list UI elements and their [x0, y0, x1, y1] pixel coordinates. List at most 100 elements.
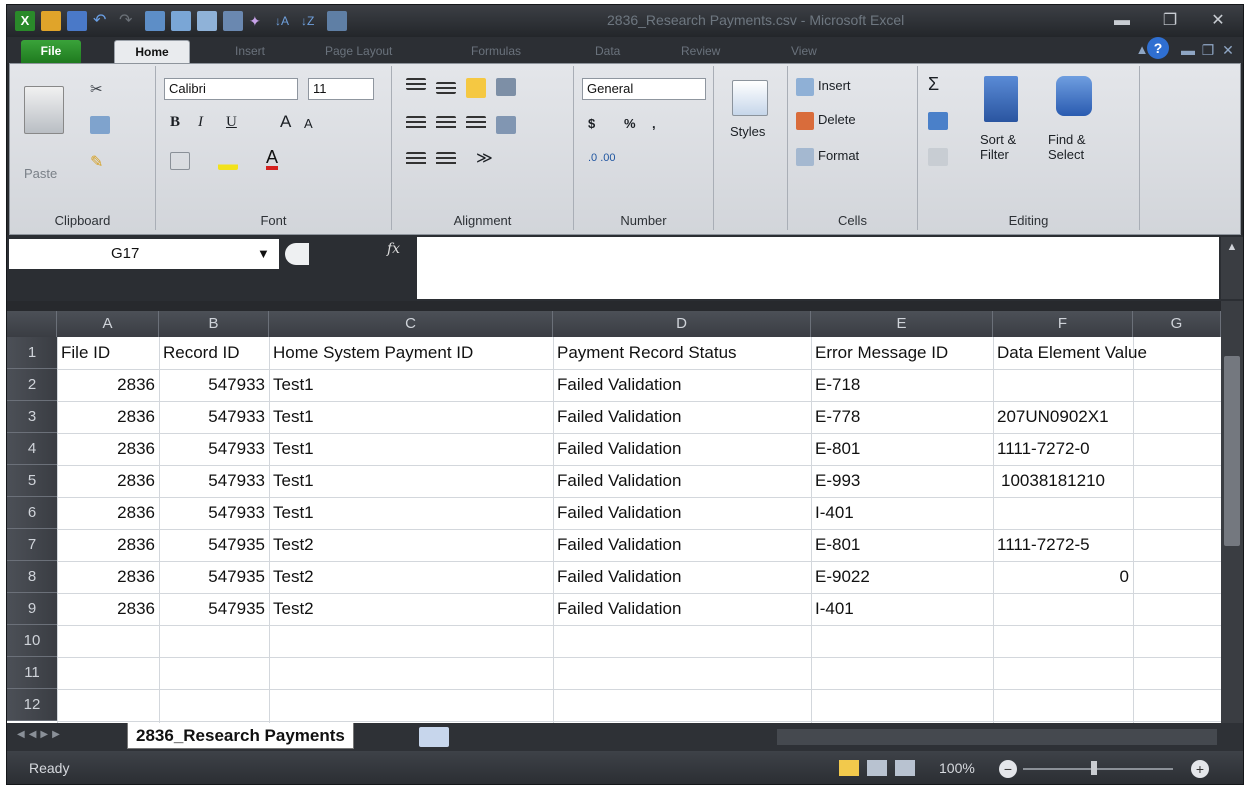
underline-icon[interactable]: U [226, 114, 237, 131]
table-cell[interactable]: E-801 [815, 529, 989, 561]
toolbar-icon-1[interactable] [145, 11, 165, 31]
row-header[interactable]: 2 [7, 369, 57, 401]
table-cell[interactable]: 547933 [163, 401, 265, 433]
table-cell[interactable]: Failed Validation [557, 433, 807, 465]
table-cell[interactable] [1137, 689, 1217, 721]
borders-icon[interactable] [170, 152, 190, 170]
table-cell[interactable]: Test1 [273, 433, 549, 465]
table-cell[interactable] [997, 689, 1129, 721]
format-button[interactable]: Format [818, 148, 859, 163]
table-cell[interactable] [997, 625, 1129, 657]
table-cell[interactable]: Failed Validation [557, 529, 807, 561]
sheet-nav-icon[interactable]: ◀◀▶▶ [17, 729, 64, 740]
table-cell[interactable] [557, 625, 807, 657]
table-cell[interactable] [1137, 561, 1217, 593]
header-cell[interactable]: Record ID [163, 337, 265, 369]
column-header-g[interactable]: G [1133, 311, 1221, 337]
tab-review[interactable]: Review [675, 40, 726, 63]
table-cell[interactable] [1137, 465, 1217, 497]
table-cell[interactable]: Test1 [273, 401, 549, 433]
paste-button[interactable]: Paste [24, 166, 57, 181]
align-top-icon[interactable] [406, 78, 426, 90]
table-cell[interactable] [997, 593, 1129, 625]
align-middle-icon[interactable] [436, 82, 456, 94]
header-cell[interactable]: Payment Record Status [557, 337, 807, 369]
row-header[interactable]: 7 [7, 529, 57, 561]
table-cell[interactable]: Failed Validation [557, 593, 807, 625]
tab-insert[interactable]: Insert [229, 40, 271, 63]
zoom-in-icon[interactable]: + [1191, 760, 1209, 778]
table-cell[interactable]: Failed Validation [557, 401, 807, 433]
restore-button[interactable]: ❐ [1155, 10, 1185, 32]
table-cell[interactable]: 2836 [61, 433, 155, 465]
table-cell[interactable] [815, 657, 989, 689]
table-cell[interactable] [273, 657, 549, 689]
header-cell[interactable]: Error Message ID [815, 337, 989, 369]
page-layout-view-icon[interactable] [867, 760, 887, 776]
table-cell[interactable] [1137, 529, 1217, 561]
row-header[interactable]: 8 [7, 561, 57, 593]
table-cell[interactable] [557, 657, 807, 689]
table-cell[interactable] [1137, 625, 1217, 657]
row-header[interactable]: 11 [7, 657, 57, 689]
save-icon[interactable] [67, 11, 87, 31]
column-header-d[interactable]: D [553, 311, 811, 337]
table-cell[interactable]: 547933 [163, 369, 265, 401]
row-header[interactable]: 9 [7, 593, 57, 625]
header-cell[interactable]: Home System Payment ID [273, 337, 549, 369]
minimize-button[interactable]: ▬ [1107, 10, 1137, 32]
cut-icon[interactable]: ✂ [90, 80, 110, 98]
column-header-b[interactable]: B [159, 311, 269, 337]
table-cell[interactable]: Failed Validation [557, 465, 807, 497]
table-cell[interactable] [1137, 369, 1217, 401]
decrease-indent-icon[interactable] [406, 152, 426, 166]
table-cell[interactable]: Test2 [273, 561, 549, 593]
sort-filter-button[interactable]: Sort & Filter [980, 132, 1040, 162]
column-header-e[interactable]: E [811, 311, 993, 337]
sheet-tab[interactable]: 2836_Research Payments [127, 723, 354, 749]
sort-asc-icon[interactable]: ↓A [275, 11, 295, 31]
name-box[interactable]: G17 [9, 239, 279, 269]
tab-formulas[interactable]: Formulas [465, 40, 527, 63]
table-cell[interactable]: Failed Validation [557, 497, 807, 529]
fill-icon[interactable] [928, 112, 948, 130]
table-cell[interactable]: 207UN0902X1 [997, 401, 1129, 433]
page-break-view-icon[interactable] [895, 760, 915, 776]
table-cell[interactable] [1137, 657, 1217, 689]
header-cell[interactable] [1137, 337, 1217, 369]
font-color-icon[interactable]: A [266, 148, 279, 170]
row-header[interactable]: 5 [7, 465, 57, 497]
column-header-c[interactable]: C [269, 311, 553, 337]
table-cell[interactable] [815, 689, 989, 721]
comma-button[interactable]: , [652, 116, 656, 131]
vertical-scrollbar[interactable] [1221, 301, 1243, 723]
copy-icon[interactable] [90, 116, 110, 134]
row-header[interactable]: 1 [7, 337, 57, 369]
table-cell[interactable]: 547933 [163, 433, 265, 465]
table-cell[interactable] [273, 625, 549, 657]
table-cell[interactable]: Test2 [273, 593, 549, 625]
table-cell[interactable]: I-401 [815, 497, 989, 529]
undo-icon[interactable]: ↶ [93, 11, 113, 31]
chart-icon[interactable] [327, 11, 347, 31]
zoom-level[interactable]: 100% [939, 760, 975, 776]
clear-icon[interactable] [928, 148, 948, 166]
table-cell[interactable]: 547933 [163, 497, 265, 529]
table-cell[interactable]: Test1 [273, 497, 549, 529]
table-cell[interactable]: 547935 [163, 561, 265, 593]
sort-desc-icon[interactable]: ↓Z [301, 11, 321, 31]
paste-icon[interactable] [24, 86, 64, 134]
table-cell[interactable] [997, 657, 1129, 689]
header-cell[interactable]: File ID [61, 337, 155, 369]
table-cell[interactable] [61, 625, 155, 657]
vertical-scroll-thumb[interactable] [1224, 356, 1240, 546]
table-cell[interactable] [163, 657, 265, 689]
table-cell[interactable]: 1111-7272-0 [997, 433, 1129, 465]
tab-data[interactable]: Data [589, 40, 626, 63]
orientation-icon[interactable]: ≫ [476, 148, 493, 168]
table-cell[interactable]: 2836 [61, 465, 155, 497]
table-cell[interactable] [997, 497, 1129, 529]
insert-sheet-icon[interactable] [419, 727, 449, 747]
zoom-slider[interactable] [1023, 768, 1173, 770]
table-cell[interactable]: Failed Validation [557, 369, 807, 401]
